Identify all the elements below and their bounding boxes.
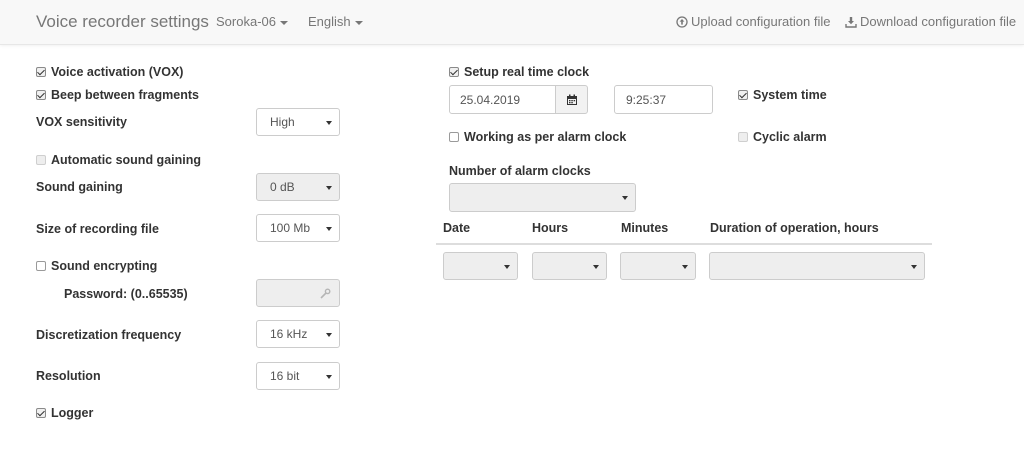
download-config-link[interactable]: Download configuration file bbox=[845, 14, 1016, 29]
alarm-minutes-select[interactable] bbox=[620, 252, 696, 280]
download-config-label: Download configuration file bbox=[860, 14, 1017, 29]
table-header-hours: Hours bbox=[532, 221, 569, 235]
checkbox-checked-icon bbox=[36, 67, 46, 77]
system-time-checkbox[interactable]: System time bbox=[738, 88, 827, 102]
checkbox-checked-icon bbox=[449, 67, 459, 77]
auto-gaining-label: Automatic sound gaining bbox=[51, 153, 201, 167]
time-value: 9:25:37 bbox=[626, 93, 667, 107]
sound-gaining-value: 0 dB bbox=[270, 180, 295, 194]
checkbox-unchecked-icon bbox=[36, 261, 46, 271]
cyclic-alarm-checkbox[interactable]: Cyclic alarm bbox=[738, 130, 827, 144]
encrypting-checkbox[interactable]: Sound encrypting bbox=[36, 259, 157, 273]
sound-gaining-select[interactable]: 0 dB bbox=[256, 173, 340, 201]
logger-label: Logger bbox=[51, 406, 94, 420]
freq-value: 16 kHz bbox=[270, 327, 308, 341]
sound-gaining-label: Sound gaining bbox=[36, 180, 123, 194]
table-header-minutes: Minutes bbox=[621, 221, 669, 235]
alarm-count-label: Number of alarm clocks bbox=[449, 164, 591, 178]
select-arrow-icon bbox=[326, 333, 332, 337]
select-arrow-icon bbox=[326, 375, 332, 379]
resolution-select[interactable]: 16 bit bbox=[256, 362, 340, 390]
date-value: 25.04.2019 bbox=[460, 93, 521, 107]
select-arrow-icon bbox=[326, 186, 332, 190]
device-dropdown-label: Soroka-06 bbox=[216, 14, 276, 29]
system-time-label: System time bbox=[753, 88, 827, 102]
beep-label: Beep between fragments bbox=[51, 88, 199, 102]
alarm-date-select[interactable] bbox=[443, 252, 518, 280]
language-dropdown-label: English bbox=[308, 14, 351, 29]
select-arrow-icon bbox=[326, 121, 332, 125]
password-input[interactable] bbox=[256, 279, 340, 307]
checkbox-checked-icon bbox=[36, 90, 46, 100]
rtc-checkbox[interactable]: Setup real time clock bbox=[449, 65, 589, 79]
checkbox-checked-icon bbox=[738, 90, 748, 100]
calendar-button[interactable] bbox=[555, 85, 588, 114]
checkbox-checked-icon bbox=[36, 408, 46, 418]
caret-down-icon bbox=[279, 20, 288, 25]
checkbox-disabled-icon bbox=[738, 132, 748, 142]
upload-circle-icon bbox=[676, 16, 688, 28]
select-arrow-icon bbox=[593, 265, 599, 269]
table-header-divider bbox=[436, 243, 932, 245]
vox-sensitivity-label: VOX sensitivity bbox=[36, 115, 128, 129]
resolution-value: 16 bit bbox=[270, 369, 300, 383]
alarm-hours-select[interactable] bbox=[532, 252, 607, 280]
upload-config-link[interactable]: Upload configuration file bbox=[676, 14, 830, 29]
date-input[interactable]: 25.04.2019 bbox=[449, 85, 556, 114]
checkbox-unchecked-icon bbox=[449, 132, 459, 142]
resolution-label: Resolution bbox=[36, 369, 101, 383]
checkbox-disabled-icon bbox=[36, 155, 46, 165]
voice-activation-label: Voice activation (VOX) bbox=[51, 65, 184, 79]
select-arrow-icon bbox=[622, 196, 628, 200]
cyclic-alarm-label: Cyclic alarm bbox=[753, 130, 827, 144]
alarm-duration-select[interactable] bbox=[709, 252, 925, 280]
app-title[interactable]: Voice recorder settings bbox=[36, 12, 209, 32]
logger-checkbox[interactable]: Logger bbox=[36, 406, 93, 420]
select-arrow-icon bbox=[326, 227, 332, 231]
vox-sensitivity-select[interactable]: High bbox=[256, 108, 340, 136]
file-size-label: Size of recording file bbox=[36, 222, 159, 236]
password-label: Password: (0..65535) bbox=[64, 287, 188, 301]
navbar: Voice recorder settings Soroka-06 Englis… bbox=[0, 0, 1024, 45]
select-arrow-icon bbox=[682, 265, 688, 269]
freq-label: Discretization frequency bbox=[36, 328, 182, 342]
wrench-icon bbox=[320, 288, 331, 299]
upload-config-label: Upload configuration file bbox=[691, 14, 831, 29]
rtc-label: Setup real time clock bbox=[464, 65, 590, 79]
table-header-date: Date bbox=[443, 221, 471, 235]
alarm-clock-checkbox[interactable]: Working as per alarm clock bbox=[449, 130, 626, 144]
language-dropdown[interactable]: English bbox=[308, 14, 363, 29]
file-size-select[interactable]: 100 Mb bbox=[256, 214, 340, 242]
time-input[interactable]: 9:25:37 bbox=[614, 85, 713, 114]
file-size-value: 100 Mb bbox=[270, 221, 311, 235]
vox-sensitivity-value: High bbox=[270, 115, 295, 129]
encrypting-label: Sound encrypting bbox=[51, 259, 158, 273]
calendar-icon bbox=[566, 94, 577, 105]
freq-select[interactable]: 16 kHz bbox=[256, 320, 340, 348]
table-header-duration: Duration of operation, hours bbox=[710, 221, 879, 235]
voice-activation-checkbox[interactable]: Voice activation (VOX) bbox=[36, 65, 183, 79]
caret-down-icon bbox=[354, 20, 363, 25]
select-arrow-icon bbox=[504, 265, 510, 269]
select-arrow-icon bbox=[911, 265, 917, 269]
alarm-count-select[interactable] bbox=[449, 183, 636, 212]
beep-checkbox[interactable]: Beep between fragments bbox=[36, 88, 199, 102]
device-dropdown[interactable]: Soroka-06 bbox=[216, 14, 288, 29]
download-icon bbox=[845, 17, 857, 28]
auto-gaining-checkbox[interactable]: Automatic sound gaining bbox=[36, 153, 201, 167]
alarm-clock-label: Working as per alarm clock bbox=[464, 130, 627, 144]
